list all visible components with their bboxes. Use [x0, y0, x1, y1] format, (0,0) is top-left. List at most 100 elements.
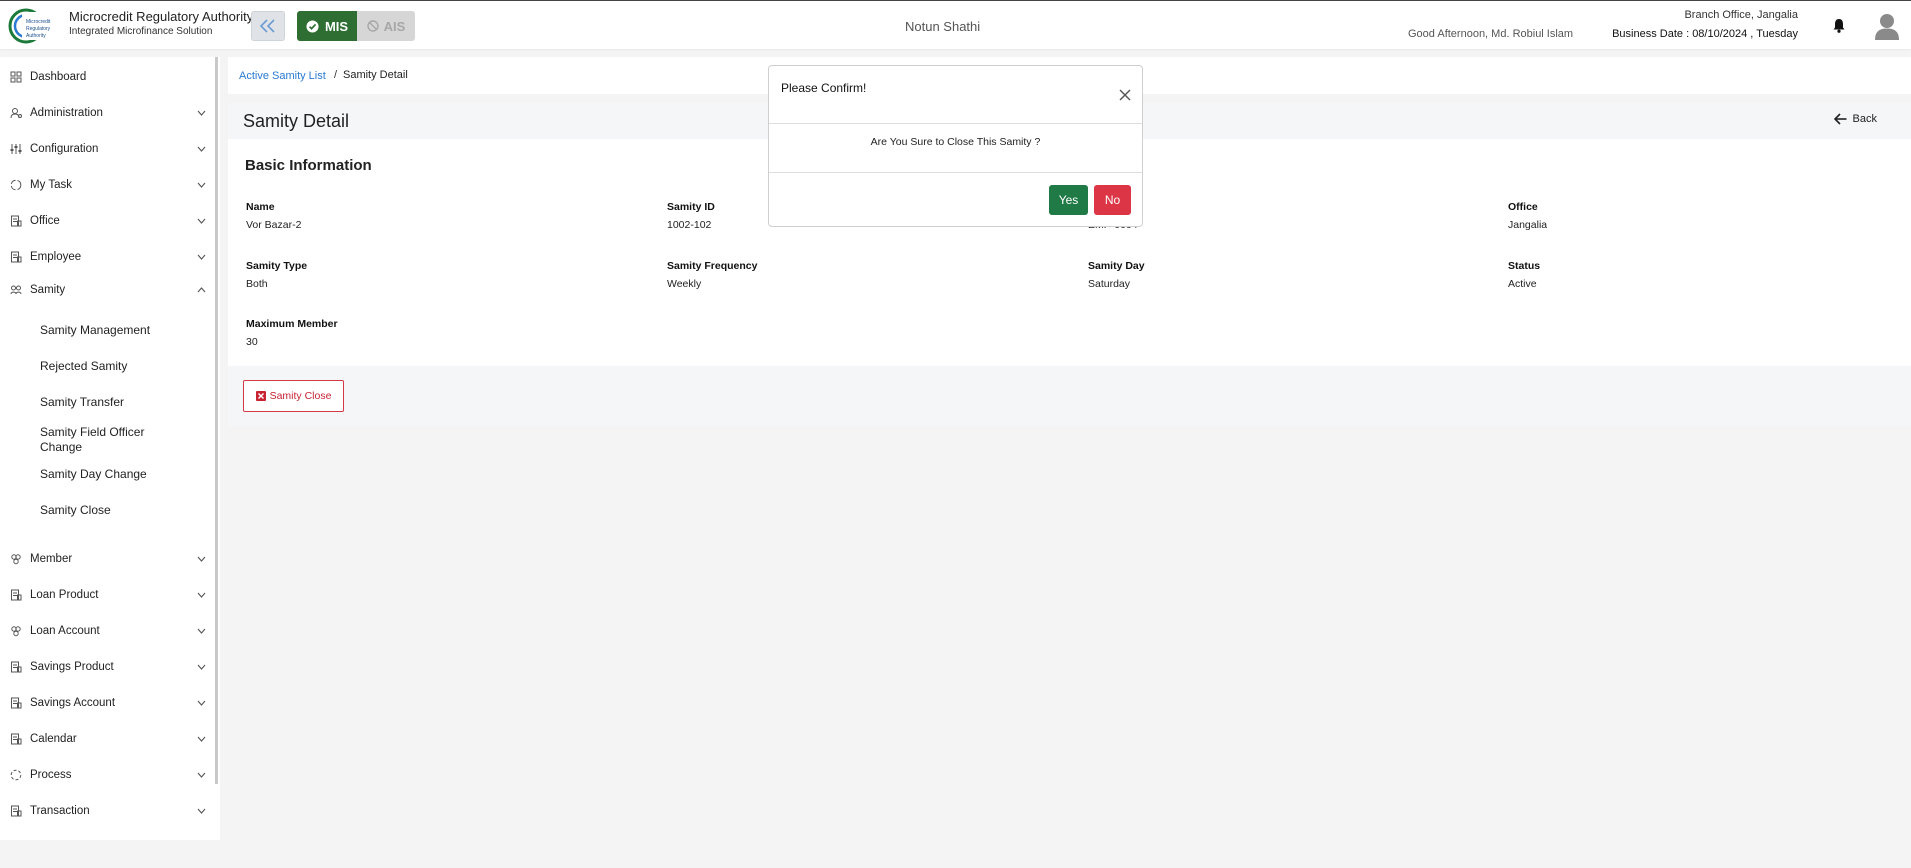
notification-bell-icon[interactable]: [1832, 18, 1846, 33]
submenu-samity-field-officer-change[interactable]: Samity Field Officer Change: [40, 425, 160, 455]
breadcrumb-active-samity-list-link[interactable]: Active Samity List: [239, 70, 326, 82]
sidebar-item-my-task[interactable]: My Task: [0, 173, 215, 197]
sidebar-scrollbar[interactable]: [215, 57, 218, 784]
sidebar-item-label: Administration: [30, 107, 103, 119]
sidebar-item-configuration[interactable]: Configuration: [0, 137, 215, 161]
top-header: Microcredit Regulatory Authority Microcr…: [0, 0, 1911, 49]
chevron-down-icon: [197, 736, 206, 742]
branch-office: Branch Office, Jangalia: [1684, 9, 1798, 21]
submenu-samity-transfer[interactable]: Samity Transfer: [40, 395, 160, 410]
breadcrumb-separator: /: [334, 69, 338, 81]
ais-module-button[interactable]: AIS: [357, 11, 415, 41]
arrow-left-icon: [1833, 113, 1847, 125]
sidebar-item-employee[interactable]: Employee: [0, 245, 215, 269]
people-icon: [11, 626, 21, 637]
grid-icon: [10, 71, 22, 83]
svg-text:Authority: Authority: [26, 33, 46, 39]
sidebar-item-label: Samity: [30, 284, 66, 296]
name-value: Vor Bazar-2: [246, 219, 302, 231]
dialog-message: Are You Sure to Close This Samity ?: [870, 136, 1041, 148]
chevron-down-icon: [197, 146, 206, 152]
sidebar-item-savings-product[interactable]: Savings Product: [0, 655, 215, 679]
org-name: Microcredit Regulatory Authority: [69, 9, 254, 24]
check-circle-icon: [306, 19, 319, 33]
mis-module-button[interactable]: MIS: [297, 11, 357, 41]
svg-text:Regulatory: Regulatory: [26, 26, 51, 32]
sidebar-collapse-button[interactable]: [251, 11, 285, 41]
samity-close-button[interactable]: Samity Close: [243, 380, 344, 412]
close-icon[interactable]: [1118, 88, 1132, 102]
no-button[interactable]: No: [1094, 185, 1131, 215]
back-button[interactable]: Back: [1833, 113, 1877, 125]
sidebar-item-label: Transaction: [30, 805, 90, 817]
chevron-down-icon: [197, 772, 206, 778]
chevron-down-icon: [197, 556, 206, 562]
action-area: Samity Close: [228, 366, 1911, 426]
samity-close-label: Samity Close: [269, 390, 332, 402]
section-title: Basic Information: [245, 157, 372, 174]
samity-id-label: Samity ID: [667, 201, 715, 213]
submenu-samity-day-change[interactable]: Samity Day Change: [40, 467, 160, 482]
chevron-down-icon: [197, 664, 206, 670]
maximum-member-value: 30: [246, 336, 258, 348]
samity-day-value: Saturday: [1088, 278, 1131, 290]
confirm-dialog: Please Confirm! Are You Sure to Close Th…: [768, 65, 1143, 227]
ais-label: AIS: [383, 18, 406, 34]
chevron-up-icon: [197, 287, 206, 293]
mra-logo: Microcredit Regulatory Authority: [8, 8, 63, 44]
samity-day-label: Samity Day: [1088, 260, 1145, 272]
status-label: Status: [1508, 260, 1541, 272]
sidebar-item-process[interactable]: Process: [0, 763, 215, 787]
close-square-icon: [255, 391, 266, 401]
sidebar-item-label: Configuration: [30, 143, 99, 155]
chevron-down-icon: [197, 254, 206, 260]
sidebar-item-loan-account[interactable]: Loan Account: [0, 619, 215, 643]
submenu-samity-management[interactable]: Samity Management: [40, 323, 160, 338]
chevron-down-icon: [197, 592, 206, 598]
document-icon: [11, 697, 22, 709]
document-icon: [11, 661, 22, 673]
maximum-member-label: Maximum Member: [246, 318, 338, 330]
business-date: Business Date : 08/10/2024 , Tuesday: [1612, 28, 1798, 40]
sidebar-item-transaction[interactable]: Transaction: [0, 799, 215, 823]
samity-frequency-value: Weekly: [667, 278, 702, 290]
sidebar-item-label: Dashboard: [30, 71, 87, 83]
process-circle-icon: [10, 769, 22, 781]
document-icon: [11, 589, 22, 601]
submenu-samity-close[interactable]: Samity Close: [40, 503, 160, 518]
sidebar-item-label: Employee: [30, 251, 82, 263]
chevron-down-icon: [197, 808, 206, 814]
org-subtitle: Integrated Microfinance Solution: [69, 26, 213, 37]
task-circle-icon: [10, 179, 22, 191]
office-value: Jangalia: [1508, 219, 1548, 231]
dialog-divider: [769, 172, 1142, 173]
yes-button[interactable]: Yes: [1049, 185, 1088, 215]
sidebar-item-office[interactable]: Office: [0, 209, 215, 233]
dialog-title: Please Confirm!: [781, 81, 867, 95]
people-icon: [11, 554, 21, 565]
ban-icon: [366, 20, 379, 32]
sidebar-item-administration[interactable]: Administration: [0, 101, 215, 125]
group-icon: [10, 285, 22, 295]
sidebar-item-savings-account[interactable]: Savings Account: [0, 691, 215, 715]
user-greeting: Good Afternoon, Md. Robiul Islam: [1408, 28, 1574, 40]
sidebar-item-member[interactable]: Member: [0, 547, 215, 571]
breadcrumb-current: Samity Detail: [343, 69, 408, 81]
svg-text:Microcredit: Microcredit: [26, 19, 51, 25]
sidebar-item-dashboard[interactable]: Dashboard: [0, 65, 215, 89]
sliders-icon: [10, 144, 22, 154]
sidebar-item-calendar[interactable]: Calendar: [0, 727, 215, 751]
status-value: Active: [1508, 278, 1537, 290]
document-icon: [11, 215, 22, 227]
document-icon: [11, 805, 22, 817]
sidebar-item-label: Loan Product: [30, 589, 99, 601]
sidebar: Dashboard Administration Configuration M…: [0, 57, 220, 840]
submenu-rejected-samity[interactable]: Rejected Samity: [40, 359, 160, 374]
chevron-down-icon: [197, 182, 206, 188]
sidebar-item-label: Savings Product: [30, 661, 114, 673]
chevron-down-icon: [197, 628, 206, 634]
sidebar-item-loan-product[interactable]: Loan Product: [0, 583, 215, 607]
app-title: Notun Shathi: [905, 19, 981, 34]
user-avatar-icon[interactable]: [1874, 12, 1900, 40]
sidebar-item-samity[interactable]: Samity: [0, 278, 215, 302]
